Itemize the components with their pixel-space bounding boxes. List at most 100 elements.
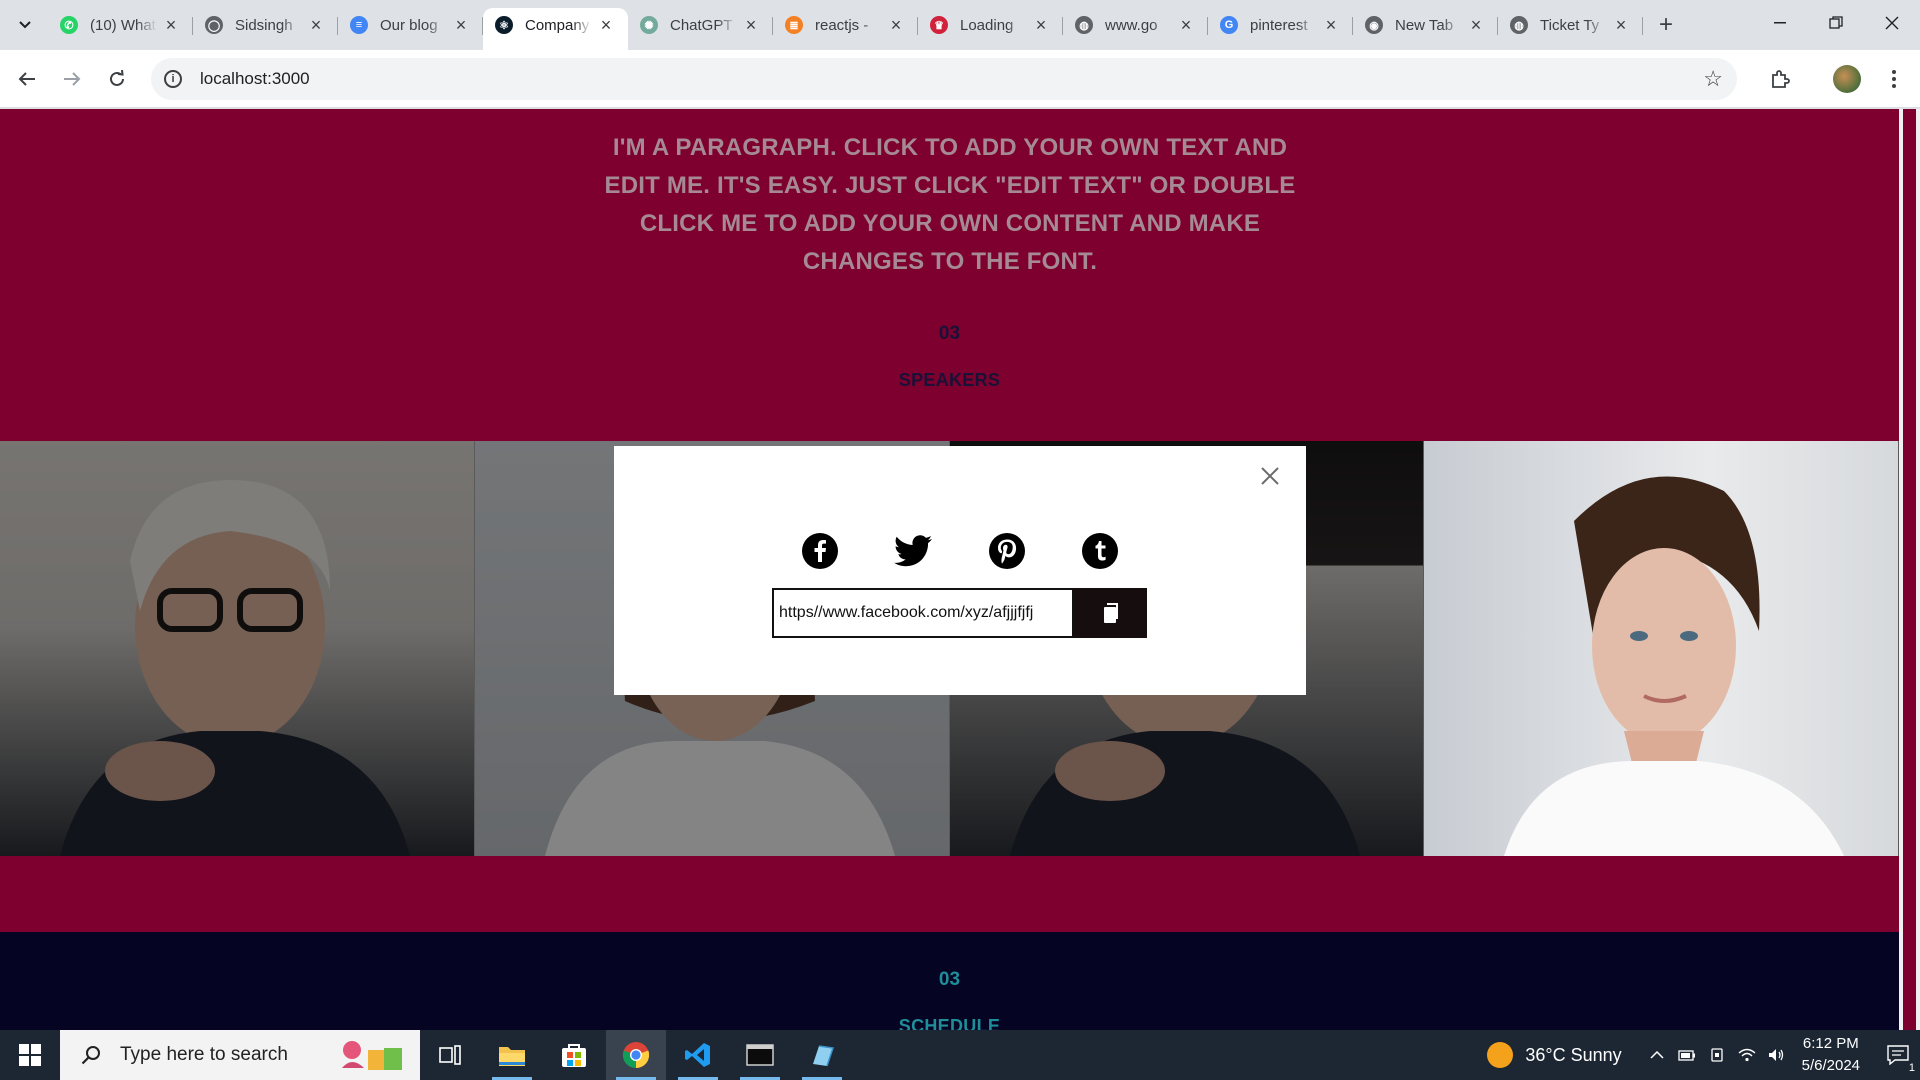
file-explorer-app[interactable] bbox=[482, 1030, 542, 1080]
share-link-input[interactable] bbox=[772, 588, 1074, 638]
back-button[interactable] bbox=[11, 63, 43, 95]
window-controls bbox=[1752, 0, 1920, 50]
browser-tab-title: (10) WhatsApp bbox=[90, 16, 157, 34]
speaker-photo[interactable] bbox=[1424, 441, 1899, 856]
browser-tab-strip: ✆(10) WhatsApp×◯Sidsingh×≡Our blog×⚛Comp… bbox=[0, 0, 1920, 50]
show-hidden-icons-button[interactable] bbox=[1642, 1030, 1672, 1080]
schedule-section-number: 03 bbox=[938, 969, 961, 990]
battery-icon[interactable] bbox=[1672, 1030, 1702, 1080]
terminal-icon bbox=[746, 1044, 774, 1066]
start-button[interactable] bbox=[0, 1030, 60, 1080]
scrollbar-thumb[interactable] bbox=[1903, 109, 1916, 1030]
address-url[interactable]: localhost:3000 bbox=[200, 69, 310, 89]
browser-tab-title: pinterest bbox=[1250, 16, 1308, 34]
facebook-icon bbox=[802, 533, 838, 569]
address-bar[interactable]: i localhost:3000 ☆ bbox=[151, 58, 1737, 100]
weather-text[interactable]: 36°C Sunny bbox=[1525, 1045, 1621, 1066]
reload-icon bbox=[110, 70, 124, 86]
browser-tab[interactable]: ✺ ChatGPT × bbox=[628, 8, 773, 42]
browser-tab-title: Company bbox=[525, 16, 590, 34]
clock-date: 5/6/2024 bbox=[1801, 1057, 1860, 1074]
kebab-menu-icon bbox=[1892, 70, 1896, 88]
tumblr-share-button[interactable] bbox=[1080, 531, 1120, 571]
weather-sun-icon[interactable] bbox=[1487, 1042, 1514, 1068]
schedule-section: 03 SCHEDULE bbox=[0, 932, 1899, 1030]
browser-tab[interactable]: Gpinterest × bbox=[1208, 8, 1353, 42]
share-icons bbox=[800, 531, 1120, 571]
device-icon[interactable] bbox=[1702, 1030, 1732, 1080]
wifi-icon[interactable] bbox=[1732, 1030, 1762, 1080]
browser-tab[interactable]: ≡ Our blog × bbox=[338, 8, 483, 42]
windows-taskbar: Type here to search 36°C Sunny 6:12 PM 5… bbox=[0, 1030, 1920, 1080]
search-icon bbox=[76, 1045, 106, 1065]
browser-tab[interactable]: ◉ New Tab × bbox=[1353, 8, 1498, 42]
puzzle-icon bbox=[1772, 70, 1790, 88]
system-tray: 36°C Sunny 6:12 PM 5/6/2024 1 bbox=[1487, 1030, 1920, 1080]
task-view-icon bbox=[439, 1045, 461, 1065]
minimize-button[interactable] bbox=[1752, 0, 1808, 46]
microsoft-store-app[interactable] bbox=[544, 1030, 604, 1080]
close-tab-icon[interactable]: × bbox=[1321, 15, 1341, 36]
vscode-icon bbox=[685, 1043, 710, 1067]
close-icon bbox=[1261, 467, 1279, 485]
twitter-share-button[interactable] bbox=[893, 531, 933, 571]
reload-button[interactable] bbox=[101, 63, 133, 95]
close-tab-icon[interactable]: × bbox=[1466, 15, 1486, 36]
terminal-app[interactable] bbox=[730, 1030, 790, 1080]
browser-tab[interactable]: ◯ Sidsingh × bbox=[193, 8, 338, 42]
close-tab-icon[interactable]: × bbox=[161, 15, 181, 36]
browser-tab[interactable]: ◍ www.go × bbox=[1063, 8, 1208, 42]
volume-icon[interactable] bbox=[1762, 1030, 1792, 1080]
task-view-button[interactable] bbox=[420, 1030, 480, 1080]
twitter-icon bbox=[894, 535, 933, 567]
taskbar-search[interactable]: Type here to search bbox=[60, 1030, 420, 1080]
close-icon bbox=[1885, 16, 1899, 30]
copy-link-button[interactable] bbox=[1074, 588, 1147, 638]
facebook-share-button[interactable] bbox=[800, 531, 840, 571]
notifications-button[interactable]: 1 bbox=[1876, 1030, 1920, 1080]
windows-logo-icon bbox=[19, 1044, 41, 1066]
menu-button[interactable] bbox=[1877, 62, 1911, 96]
snipping-tool-app[interactable] bbox=[792, 1030, 852, 1080]
browser-tab-title: reactjs - bbox=[815, 16, 869, 34]
chrome-icon bbox=[622, 1042, 650, 1069]
restore-button[interactable] bbox=[1808, 0, 1864, 46]
browser-tab-title: Loading bbox=[960, 16, 1014, 34]
close-tab-icon[interactable]: × bbox=[306, 15, 326, 36]
close-tab-icon[interactable]: × bbox=[886, 15, 906, 36]
pinterest-share-button[interactable] bbox=[987, 531, 1027, 571]
site-info-icon[interactable]: i bbox=[164, 70, 182, 88]
close-modal-button[interactable] bbox=[1256, 462, 1284, 490]
close-tab-icon[interactable]: × bbox=[1031, 15, 1051, 36]
share-modal bbox=[614, 446, 1306, 695]
browser-tab[interactable]: ♛ Loading × bbox=[918, 8, 1063, 42]
forward-button[interactable] bbox=[56, 63, 88, 95]
speaker-photo[interactable] bbox=[0, 441, 475, 856]
close-tab-icon[interactable]: × bbox=[451, 15, 471, 36]
speakers-section-number: 03 bbox=[938, 323, 961, 344]
profile-button[interactable] bbox=[1830, 62, 1864, 96]
browser-tab[interactable]: ✆ (10) WhatsApp× bbox=[48, 8, 193, 42]
close-window-button[interactable] bbox=[1864, 0, 1920, 46]
new-tab-button[interactable]: + bbox=[1651, 8, 1681, 42]
page-scrollbar[interactable] bbox=[1899, 109, 1920, 1030]
browser-tab[interactable]: ≣ reactjs - × bbox=[773, 8, 918, 42]
browser-tab-title: Our blog bbox=[380, 16, 438, 34]
browser-tab[interactable]: ◍ Ticket Ty × bbox=[1498, 8, 1643, 42]
vscode-app[interactable] bbox=[668, 1030, 728, 1080]
close-tab-icon[interactable]: × bbox=[741, 15, 761, 36]
back-arrow-icon bbox=[18, 72, 35, 86]
close-tab-icon[interactable]: × bbox=[1611, 15, 1631, 36]
extensions-button[interactable] bbox=[1763, 62, 1797, 96]
clock[interactable]: 6:12 PM 5/6/2024 bbox=[1802, 1033, 1860, 1077]
snipping-tool-icon bbox=[813, 1045, 834, 1067]
close-tab-icon[interactable]: × bbox=[596, 15, 616, 36]
tab-search-button[interactable] bbox=[10, 10, 40, 40]
notification-count: 1 bbox=[1908, 1062, 1915, 1074]
bookmark-star-icon[interactable]: ☆ bbox=[1703, 66, 1723, 92]
close-tab-icon[interactable]: × bbox=[1176, 15, 1196, 36]
globe-icon: ◍ bbox=[1510, 16, 1528, 34]
browser-tab[interactable]: ⚛ Company × bbox=[483, 8, 628, 50]
share-link-row bbox=[772, 588, 1147, 638]
chrome-app[interactable] bbox=[606, 1030, 666, 1080]
